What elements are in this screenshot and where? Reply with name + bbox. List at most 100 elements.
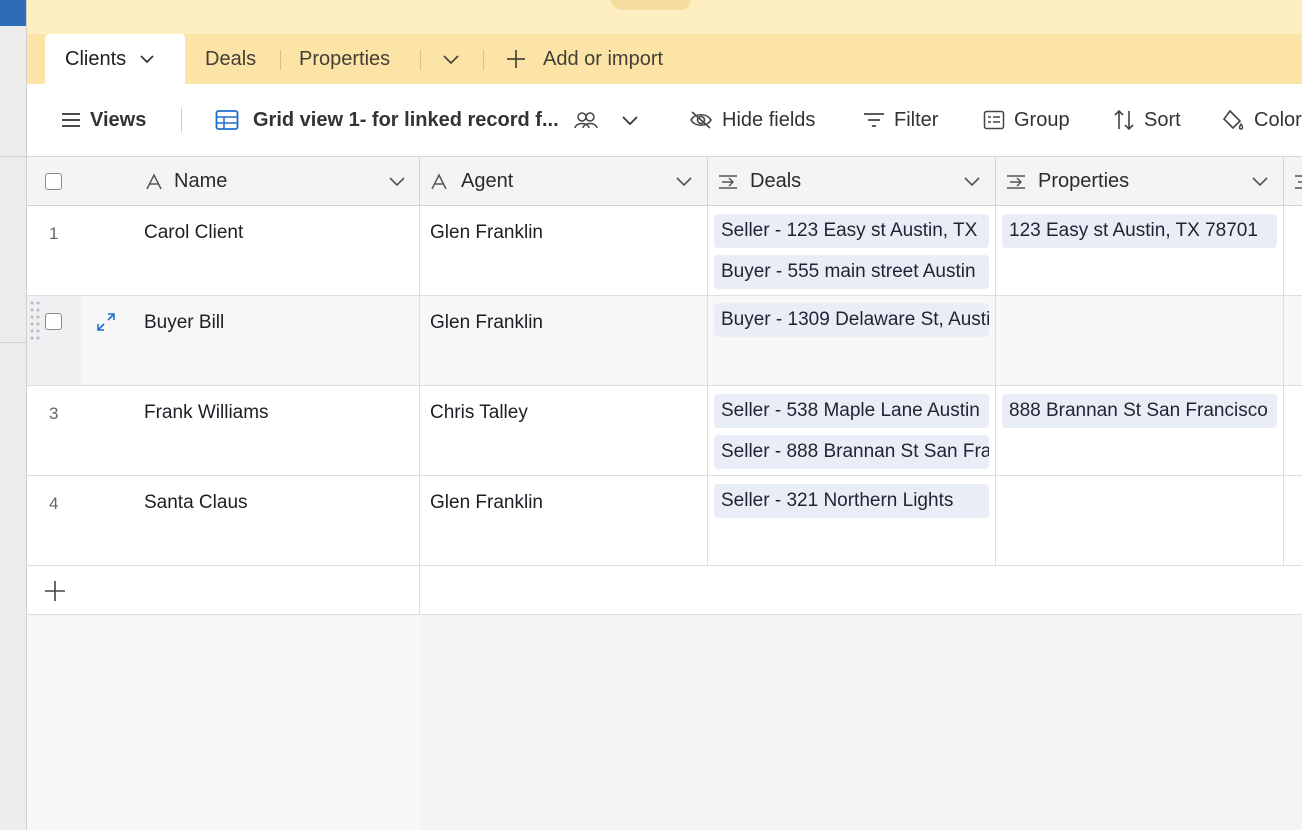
collaborators-icon: [573, 112, 598, 129]
tab-properties[interactable]: Properties: [299, 34, 390, 84]
tab-label: Clients: [65, 47, 127, 70]
group-button[interactable]: Group: [983, 84, 1070, 156]
agent-value: Glen Franklin: [430, 312, 543, 333]
column-header-properties[interactable]: Properties: [996, 157, 1284, 206]
paint-bucket-icon: [1222, 109, 1244, 130]
column-header-label: Name: [174, 170, 228, 192]
views-button[interactable]: Views: [61, 84, 146, 156]
add-record-row[interactable]: [27, 566, 420, 615]
table-row[interactable]: Buyer Bill: [27, 296, 420, 386]
menu-icon: [62, 113, 80, 127]
row-number: 1: [49, 224, 59, 243]
cell-deals[interactable]: Seller - 321 Northern Lights: [708, 476, 996, 566]
cell-name: Santa Claus: [144, 492, 248, 513]
sort-label: Sort: [1144, 108, 1181, 131]
linked-record-chip[interactable]: Buyer - 1309 Delaware St, Austin: [714, 303, 989, 337]
column-header-label: Deals: [750, 170, 802, 192]
left-window-accent: [0, 0, 26, 26]
tab-deals[interactable]: Deals: [205, 34, 256, 84]
linked-record-chip[interactable]: Seller - 888 Brannan St San Francisco: [714, 435, 989, 469]
group-icon: [983, 110, 1005, 130]
hide-fields-label: Hide fields: [722, 108, 816, 131]
chevron-down-icon[interactable]: [1251, 172, 1269, 190]
app-window: Clients Deals Properties Add or import V…: [26, 0, 1302, 830]
column-header-next[interactable]: [1284, 157, 1302, 206]
grid-view-icon: [215, 110, 239, 130]
view-toolbar: Views Grid view 1- for linked record f..…: [27, 84, 1302, 157]
cell-deals[interactable]: Seller - 538 Maple Lane Austin Seller - …: [708, 386, 996, 476]
cell-agent[interactable]: Glen Franklin: [420, 296, 708, 386]
add-or-import-button[interactable]: Add or import: [505, 34, 663, 84]
row-number: 3: [49, 404, 59, 423]
cell-agent[interactable]: Chris Talley: [420, 386, 708, 476]
table-row[interactable]: 3 Frank Williams: [27, 386, 420, 476]
base-header: [27, 0, 1302, 34]
linked-record-icon: [719, 175, 737, 189]
cell-next[interactable]: [1284, 476, 1302, 566]
agent-value: Glen Franklin: [430, 492, 543, 513]
view-switcher[interactable]: Grid view 1- for linked record f...: [215, 84, 649, 156]
column-header-label: Properties: [1038, 170, 1130, 192]
linked-record-chip[interactable]: 888 Brannan St San Francisco: [1002, 394, 1277, 428]
cell-deals[interactable]: Buyer - 1309 Delaware St, Austin: [708, 296, 996, 386]
drag-handle-icon[interactable]: [29, 300, 41, 342]
linked-record-chip[interactable]: Seller - 123 Easy st Austin, TX: [714, 214, 989, 248]
cell-next[interactable]: [1284, 386, 1302, 476]
expand-icon[interactable]: [95, 311, 117, 333]
add-record-row-fill[interactable]: [420, 566, 1302, 615]
hide-fields-button[interactable]: Hide fields: [689, 84, 815, 156]
chevron-down-icon[interactable]: [388, 172, 406, 190]
plus-icon: [45, 581, 65, 601]
add-or-import-label: Add or import: [543, 47, 664, 70]
toolbar-divider: [181, 107, 182, 133]
cell-name: Buyer Bill: [144, 312, 225, 333]
divider: [0, 156, 26, 157]
column-header-name[interactable]: Name: [27, 157, 420, 206]
filter-button[interactable]: Filter: [863, 84, 938, 156]
cell-next[interactable]: [1284, 296, 1302, 386]
more-tables-button[interactable]: [441, 34, 461, 84]
select-all-checkbox[interactable]: [45, 173, 62, 190]
divider: [0, 342, 26, 343]
views-label: Views: [90, 108, 147, 131]
cell-properties[interactable]: [996, 476, 1284, 566]
cell-agent[interactable]: Glen Franklin: [420, 206, 708, 296]
linked-record-chip[interactable]: Buyer - 555 main street Austin: [714, 255, 989, 289]
linked-record-chip[interactable]: Seller - 538 Maple Lane Austin: [714, 394, 989, 428]
cell-deals[interactable]: Seller - 123 Easy st Austin, TX Buyer - …: [708, 206, 996, 296]
column-header-agent[interactable]: Agent: [420, 157, 708, 206]
color-button[interactable]: Color: [1221, 84, 1302, 156]
agent-value: Chris Talley: [430, 402, 528, 423]
column-header-label: Agent: [461, 170, 514, 192]
plus-icon: [507, 50, 525, 68]
chevron-down-icon[interactable]: [963, 172, 981, 190]
cell-next[interactable]: [1284, 206, 1302, 296]
row-checkbox[interactable]: [45, 313, 62, 330]
table-row[interactable]: 4 Santa Claus: [27, 476, 420, 566]
text-field-icon: [146, 173, 162, 190]
cell-properties[interactable]: [996, 296, 1284, 386]
chevron-down-icon[interactable]: [138, 50, 156, 68]
cell-properties[interactable]: 123 Easy st Austin, TX 78701: [996, 206, 1284, 296]
header-pill[interactable]: [611, 0, 691, 10]
cell-name: Carol Client: [144, 222, 244, 243]
table-row[interactable]: 1 Carol Client: [27, 206, 420, 296]
tab-divider: [420, 50, 421, 70]
chevron-down-icon: [622, 116, 638, 126]
tab-divider: [280, 50, 281, 70]
linked-record-chip[interactable]: Seller - 321 Northern Lights: [714, 484, 989, 518]
eye-slash-icon: [690, 111, 712, 129]
cell-agent[interactable]: Glen Franklin: [420, 476, 708, 566]
row-number: 4: [49, 494, 59, 513]
filter-icon: [864, 113, 884, 127]
column-header-deals[interactable]: Deals: [708, 157, 996, 206]
tab-clients[interactable]: Clients: [45, 34, 185, 84]
linked-record-icon: [1007, 175, 1025, 189]
chevron-down-icon[interactable]: [675, 172, 693, 190]
left-window-strip: [0, 0, 26, 830]
cell-properties[interactable]: 888 Brannan St San Francisco: [996, 386, 1284, 476]
sort-button[interactable]: Sort: [1113, 84, 1181, 156]
linked-record-chip[interactable]: 123 Easy st Austin, TX 78701: [1002, 214, 1277, 248]
cell-name: Frank Williams: [144, 402, 269, 423]
table-tabs-bar: Clients Deals Properties Add or import: [27, 34, 1302, 84]
